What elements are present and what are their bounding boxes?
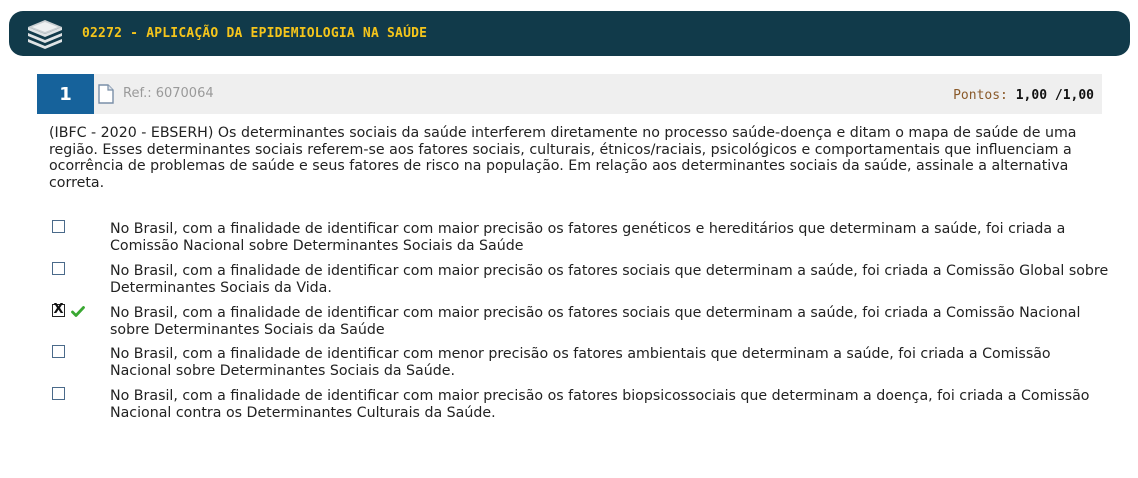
- option-checkbox[interactable]: [52, 262, 65, 275]
- question-bar: 1 Ref.: 6070064 Pontos: 1,00 /1,00: [37, 74, 1102, 114]
- question-text: (IBFC - 2020 - EBSERH) Os determinantes …: [49, 125, 1077, 191]
- option-text: No Brasil, com a finalidade de identific…: [110, 263, 1109, 296]
- document-icon: [98, 84, 114, 104]
- points-label: Pontos:: [953, 88, 1008, 103]
- correct-check-icon: [71, 306, 85, 317]
- option-checkbox[interactable]: [52, 220, 65, 233]
- course-header: 02272 - APLICAÇÃO DA EPIDEMIOLOGIA NA SA…: [9, 11, 1130, 56]
- course-title: 02272 - APLICAÇÃO DA EPIDEMIOLOGIA NA SA…: [82, 26, 428, 41]
- option-text: No Brasil, com a finalidade de identific…: [110, 221, 1066, 254]
- question-number: 1: [37, 74, 94, 114]
- option-text: No Brasil, com a finalidade de identific…: [110, 305, 1081, 338]
- question-ref: Ref.: 6070064: [123, 86, 214, 101]
- books-icon: [28, 19, 62, 49]
- points-value: 1,00: [1015, 88, 1048, 103]
- points-total: 1,00: [1062, 88, 1094, 103]
- points-separator: /: [1054, 88, 1063, 103]
- points-display: Pontos: 1,00 /1,00: [953, 88, 1094, 103]
- option-checkbox-checked[interactable]: X: [52, 303, 65, 317]
- option-checkbox[interactable]: [52, 345, 65, 358]
- option-text: No Brasil, com a finalidade de identific…: [110, 346, 1051, 379]
- option-text: No Brasil, com a finalidade de identific…: [110, 388, 1090, 421]
- option-checkbox[interactable]: [52, 387, 65, 400]
